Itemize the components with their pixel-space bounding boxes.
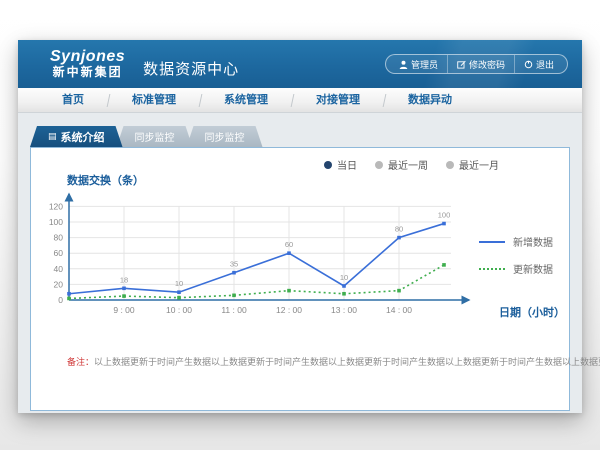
change-password-button[interactable]: 修改密码	[447, 55, 514, 73]
y-axis-label: 数据交换（条）	[67, 172, 144, 188]
power-icon	[524, 60, 533, 69]
nav-item-data-change[interactable]: 数据异动	[384, 88, 476, 113]
range-option-today[interactable]: 当日	[324, 157, 357, 172]
svg-text:60: 60	[285, 240, 293, 249]
main-nav: 首页 标准管理 系统管理 对接管理 数据异动	[18, 88, 582, 113]
tab-sync-monitor-2[interactable]: 同步监控	[187, 126, 263, 147]
user-button[interactable]: 管理员	[390, 55, 447, 73]
svg-text:10 : 00: 10 : 00	[166, 305, 192, 315]
nav-item-standard-mgmt[interactable]: 标准管理	[108, 88, 200, 113]
nav-item-system-mgmt[interactable]: 系统管理	[200, 88, 292, 113]
svg-text:80: 80	[54, 233, 64, 243]
svg-text:60: 60	[54, 248, 64, 258]
nav-item-interface-mgmt[interactable]: 对接管理	[292, 88, 384, 113]
line-chart-svg: 0 20 40 60 80 100 120 9 : 00 10 : 00 11 : 00 12 : …	[39, 188, 484, 320]
svg-text:35: 35	[230, 260, 238, 269]
svg-text:0: 0	[58, 295, 63, 305]
range-option-last-week[interactable]: 最近一周	[375, 157, 428, 172]
tab-sync-monitor-1[interactable]: 同步监控	[117, 126, 193, 147]
page-title: 数据资源中心	[143, 58, 239, 79]
app-header: Synjones 新中新集团 数据资源中心 管理员 修改密码 退出	[18, 40, 582, 88]
note-text: 以上数据更新于时间产生数据以上数据更新于时间产生数据以上数据更新于时间产生数据以…	[94, 357, 600, 367]
radio-dot	[375, 161, 383, 169]
note: 备注：以上数据更新于时间产生数据以上数据更新于时间产生数据以上数据更新于时间产生…	[67, 355, 600, 368]
x-axis-label: 日期（小时）	[499, 304, 565, 320]
nav-item-home[interactable]: 首页	[38, 88, 108, 113]
logo-subtext: 新中新集团	[53, 66, 123, 79]
svg-text:14 : 00: 14 : 00	[386, 305, 412, 315]
svg-text:80: 80	[395, 225, 403, 234]
document-icon: ▤	[48, 132, 57, 141]
svg-text:20: 20	[54, 279, 64, 289]
user-icon	[399, 60, 408, 69]
logout-button[interactable]: 退出	[514, 55, 563, 73]
legend-item-new-data: 新增数据	[479, 234, 553, 249]
dotted-line-icon	[479, 268, 505, 270]
tab-system-intro[interactable]: ▤ 系统介绍	[30, 126, 123, 147]
note-prefix: 备注：	[67, 357, 94, 367]
content-area: ▤ 系统介绍 同步监控 同步监控 当日 最近一周	[18, 113, 582, 411]
edit-icon	[457, 60, 466, 69]
line-chart: 0 20 40 60 80 100 120 9 : 00 10 : 00 11 : 00 12 : …	[39, 188, 484, 325]
svg-text:10: 10	[340, 273, 348, 282]
svg-text:18: 18	[120, 275, 128, 284]
app-window: Synjones 新中新集团 数据资源中心 管理员 修改密码 退出	[18, 40, 582, 413]
radio-dot-selected	[324, 161, 332, 169]
range-selector: 当日 最近一周 最近一月	[324, 157, 499, 172]
tab-bar: ▤ 系统介绍 同步监控 同步监控	[30, 126, 570, 147]
svg-text:11 : 00: 11 : 00	[221, 305, 247, 315]
svg-text:100: 100	[438, 211, 451, 220]
svg-text:10: 10	[175, 279, 183, 288]
svg-text:40: 40	[54, 264, 64, 274]
header-actions: 管理员 修改密码 退出	[385, 54, 568, 74]
svg-text:100: 100	[49, 217, 63, 227]
legend-item-update-data: 更新数据	[479, 261, 553, 276]
solid-line-icon	[479, 241, 505, 243]
svg-text:9 : 00: 9 : 00	[113, 305, 135, 315]
svg-text:12 : 00: 12 : 00	[276, 305, 302, 315]
brand-logo: Synjones 新中新集团	[50, 49, 125, 78]
svg-text:120: 120	[49, 201, 63, 211]
chart-legend: 新增数据 更新数据	[479, 234, 553, 288]
svg-text:13 : 00: 13 : 00	[331, 305, 357, 315]
logo-text: Synjones	[50, 49, 125, 66]
content-panel: 当日 最近一周 最近一月 数据交换（条） 0 20 40 60 80 100 120 9 : …	[30, 147, 570, 411]
radio-dot	[446, 161, 454, 169]
range-option-last-month[interactable]: 最近一月	[446, 157, 499, 172]
